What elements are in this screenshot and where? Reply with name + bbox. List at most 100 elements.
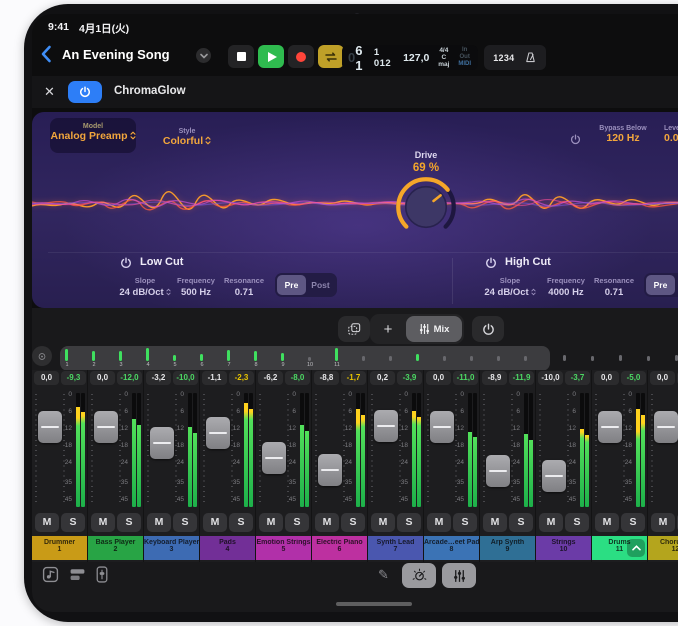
navigator-track-meter[interactable]	[521, 348, 531, 361]
bypass-power-button[interactable]	[570, 132, 581, 150]
fader-track[interactable]: 061218243545	[32, 390, 88, 510]
navigator-track-meter[interactable]: 3	[116, 348, 126, 368]
home-indicator[interactable]	[336, 602, 412, 606]
solo-button[interactable]: S	[229, 513, 253, 532]
fader-track[interactable]: 061218243545	[424, 390, 480, 510]
track-name-tab[interactable]: Chorus V12	[648, 536, 678, 560]
track-name-tab[interactable]: Arcade…eet Pad8	[424, 536, 479, 560]
solo-button[interactable]: S	[397, 513, 421, 532]
solo-button[interactable]: S	[117, 513, 141, 532]
fader-handle[interactable]	[262, 442, 286, 474]
navigator-track-meter[interactable]: 2	[89, 348, 99, 368]
fader-handle[interactable]	[374, 410, 398, 442]
close-plugin-button[interactable]: ✕	[44, 84, 55, 100]
mute-button[interactable]: M	[483, 513, 507, 532]
volume-value[interactable]: 0,0	[90, 371, 115, 385]
mute-button[interactable]: M	[315, 513, 339, 532]
back-button[interactable]	[40, 45, 58, 65]
peak-value[interactable]: -11,0	[453, 371, 478, 385]
drive-knob[interactable]	[394, 175, 458, 239]
mute-button[interactable]: M	[91, 513, 115, 532]
play-button[interactable]	[258, 45, 284, 68]
peak-value[interactable]: -2,3	[229, 371, 254, 385]
volume-value[interactable]: 0,0	[426, 371, 451, 385]
navigator-track-meter[interactable]	[616, 348, 626, 361]
peak-value[interactable]: -11,9	[509, 371, 534, 385]
navigator-track-meter[interactable]	[672, 348, 678, 361]
navigator-track-meter[interactable]	[440, 348, 450, 361]
volume-value[interactable]: -1,1	[202, 371, 227, 385]
navigator-track-meter[interactable]	[644, 348, 654, 361]
fader-track[interactable]: 061218243545	[312, 390, 368, 510]
knob-view-button[interactable]	[402, 563, 436, 588]
peak-value[interactable]: -9,3	[61, 371, 86, 385]
mixer-power-button[interactable]	[472, 316, 504, 342]
track-name-tab[interactable]: Strings10	[536, 536, 591, 560]
navigator-track-meter[interactable]: 6	[197, 348, 207, 368]
mute-button[interactable]: M	[371, 513, 395, 532]
pre-button[interactable]: Pre	[646, 275, 675, 295]
mute-button[interactable]: M	[427, 513, 451, 532]
add-track-button[interactable]: +	[372, 316, 404, 342]
bypass-below-control[interactable]: Bypass Below 120 Hz	[588, 125, 658, 144]
navigator-track-meter[interactable]	[494, 348, 504, 361]
fader-handle[interactable]	[150, 427, 174, 459]
mute-button[interactable]: M	[539, 513, 563, 532]
edit-pencil-button[interactable]: ✎	[378, 567, 389, 583]
cycle-button[interactable]	[318, 45, 344, 68]
navigator-track-meter[interactable]: 1	[62, 348, 72, 368]
post-button[interactable]: Post	[306, 275, 335, 295]
navigator-track-meter[interactable]	[359, 348, 369, 361]
track-name-tab[interactable]: Emotion Strings5	[256, 536, 311, 560]
navigator-track-meter[interactable]: 11	[332, 348, 342, 368]
stop-button[interactable]	[228, 45, 254, 68]
lowcut-resonance-control[interactable]: Resonance 0.71	[214, 276, 274, 298]
plugin-power-button[interactable]	[68, 81, 102, 103]
volume-value[interactable]: -8,8	[314, 371, 339, 385]
track-name-tab[interactable]: Electric Piano6	[312, 536, 367, 560]
fader-track[interactable]: 061218243545	[480, 390, 536, 510]
peak-value[interactable]: -3,7	[565, 371, 590, 385]
fader-track[interactable]: 061218243545	[648, 390, 678, 510]
navigator-track-meter[interactable]	[560, 348, 570, 361]
level-control[interactable]: Level 0.0	[664, 125, 678, 144]
model-select[interactable]: Model Analog Preamp	[50, 118, 136, 153]
solo-button[interactable]: S	[453, 513, 477, 532]
browser-button[interactable]	[42, 566, 59, 586]
volume-value[interactable]: -6,2	[258, 371, 283, 385]
fader-track[interactable]: 061218243545	[200, 390, 256, 510]
solo-button[interactable]: S	[61, 513, 85, 532]
navigator-track-meter[interactable]: 10	[305, 348, 315, 368]
duplicate-button[interactable]	[338, 316, 370, 342]
mute-button[interactable]: M	[595, 513, 619, 532]
collapse-chevron-button[interactable]	[627, 539, 645, 557]
fader-track[interactable]: 061218243545	[88, 390, 144, 510]
track-name-tab[interactable]: Synth Lead7	[368, 536, 423, 560]
navigator-track-meter[interactable]	[413, 348, 423, 361]
fader-handle[interactable]	[486, 455, 510, 487]
metronome-icon[interactable]	[524, 51, 537, 64]
fader-handle[interactable]	[598, 411, 622, 443]
lcd-display[interactable]: 0 6 1 1 012 127,0 4/4 C maj In Out MIDI	[342, 45, 478, 70]
count-in-button[interactable]: 1234	[493, 53, 514, 63]
lowcut-power-button[interactable]	[120, 256, 132, 274]
fader-handle[interactable]	[206, 417, 230, 449]
solo-button[interactable]: S	[621, 513, 645, 532]
volume-value[interactable]: -10,0	[538, 371, 563, 385]
volume-value[interactable]: 0,0	[594, 371, 619, 385]
navigator-track-meter[interactable]: 8	[251, 348, 261, 368]
solo-button[interactable]: S	[285, 513, 309, 532]
highcut-slope-select[interactable]: Slope 24 dB/Oct	[481, 276, 539, 298]
mute-button[interactable]: M	[203, 513, 227, 532]
track-name-tab[interactable]: Keyboard Player3	[144, 536, 199, 560]
peak-value[interactable]: -3,9	[397, 371, 422, 385]
cell-view-button[interactable]	[69, 566, 86, 586]
volume-value[interactable]: -8,9	[482, 371, 507, 385]
track-name-tab[interactable]: Pads4	[200, 536, 255, 560]
track-name-tab[interactable]: Bass Player2	[88, 536, 143, 560]
peak-value[interactable]: -10,0	[173, 371, 198, 385]
pre-button[interactable]: Pre	[277, 275, 306, 295]
solo-button[interactable]: S	[173, 513, 197, 532]
volume-value[interactable]: 0,0	[34, 371, 59, 385]
fader-handle[interactable]	[94, 411, 118, 443]
